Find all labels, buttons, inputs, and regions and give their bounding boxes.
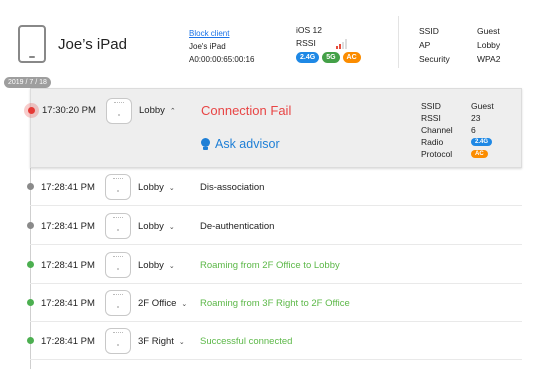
band-tag-5g: 5G <box>322 52 340 63</box>
ap-name: Lobby <box>138 260 164 271</box>
tablet-icon <box>18 25 46 63</box>
event-time: 17:28:41 PM <box>41 298 95 309</box>
client-mac: A0:00:00:65:00:16 <box>189 55 255 64</box>
detail-ssid: Guest <box>471 101 494 111</box>
event-time: 17:30:20 PM <box>42 105 96 116</box>
chevron-down-icon: ⌄ <box>168 184 175 192</box>
event-description: Dis-association <box>200 182 265 193</box>
client-info: Block client Joe's iPad A0:00:00:65:00:1… <box>189 27 254 66</box>
ap-name: 2F Office <box>138 298 177 309</box>
band-tags: 2.4G 5G AC <box>296 52 361 63</box>
detail-channel-label: Channel <box>421 125 453 135</box>
event-description: Roaming from 2F Office to Lobby <box>200 260 340 271</box>
detail-channel: 6 <box>471 125 476 135</box>
ask-advisor-label: Ask advisor <box>215 137 280 151</box>
lightbulb-icon <box>201 137 210 151</box>
event-description: De-authentication <box>200 221 275 232</box>
os-info: iOS 12 RSSI 2.4G 5G AC <box>296 24 361 63</box>
date-badge: 2019 / 7 / 18 <box>4 77 51 88</box>
block-client-link[interactable]: Block client <box>189 27 254 40</box>
event-time: 17:28:41 PM <box>41 336 95 347</box>
timeline-event[interactable]: 17:28:41 PM Lobby ⌄ Roaming from 2F Offi… <box>27 246 522 284</box>
ap-name: 3F Right <box>138 336 174 347</box>
timeline-event[interactable]: 17:28:41 PM Lobby ⌄ Dis-association <box>27 168 522 206</box>
network-ssid-value: Guest <box>477 26 500 36</box>
detail-protocol-tag: AC <box>471 150 488 158</box>
ap-name: Lobby <box>139 105 165 116</box>
success-status-dot <box>27 299 34 306</box>
timeline-event[interactable]: 17:28:41 PM 3F Right ⌄ Successful connec… <box>27 322 522 360</box>
network-ssid-label: SSID <box>419 26 439 36</box>
chevron-up-icon: ⌃ <box>169 107 176 115</box>
detail-protocol-label: Protocol <box>421 149 453 159</box>
chevron-down-icon: ⌄ <box>181 300 188 308</box>
timeline-event[interactable]: 17:28:41 PM Lobby ⌄ De-authentication <box>27 207 522 245</box>
ap-name: Lobby <box>138 221 164 232</box>
network-security-value: WPA2 <box>477 54 501 64</box>
event-description: Successful connected <box>200 336 293 347</box>
success-status-dot <box>27 337 34 344</box>
access-point-icon <box>105 252 131 278</box>
timeline-event[interactable]: 17:28:41 PM 2F Office ⌄ Roaming from 3F … <box>27 284 522 322</box>
detail-rssi: 23 <box>471 113 481 123</box>
os-version: iOS 12 <box>296 25 322 35</box>
ask-advisor-button[interactable]: Ask advisor <box>201 137 280 151</box>
chevron-down-icon: ⌄ <box>168 223 175 231</box>
event-time: 17:28:41 PM <box>41 221 95 232</box>
event-description: Roaming from 3F Right to 2F Office <box>200 298 350 309</box>
success-status-dot <box>27 261 34 268</box>
network-security-label: Security <box>419 54 450 64</box>
detail-radio-label: Radio <box>421 137 444 147</box>
band-tag-2-4g: 2.4G <box>296 52 320 63</box>
event-time: 17:28:41 PM <box>41 260 95 271</box>
signal-strength-icon <box>335 38 347 49</box>
device-name: Joe’s iPad <box>58 36 127 53</box>
access-point-icon <box>105 174 131 200</box>
band-tag-ac: AC <box>342 52 361 63</box>
chevron-down-icon: ⌄ <box>178 338 185 346</box>
rssi-label: RSSI <box>296 38 316 48</box>
ap-toggle[interactable]: 2F Office ⌄ <box>138 298 187 309</box>
ap-toggle[interactable]: 3F Right ⌄ <box>138 336 185 347</box>
detail-ssid-label: SSID <box>421 101 441 111</box>
network-ap-value: Lobby <box>477 40 501 50</box>
access-point-icon <box>106 98 132 124</box>
access-point-icon <box>105 290 131 316</box>
access-point-icon <box>105 328 131 354</box>
ap-toggle[interactable]: Lobby ⌄ <box>138 182 175 193</box>
detail-rssi-label: RSSI <box>421 113 441 123</box>
event-details: SSID Guest RSSI 23 Channel 6 Radio 2.4G Prot… <box>421 100 494 160</box>
network-info: SSID Guest AP Lobby Security WPA2 <box>419 24 500 66</box>
neutral-status-dot <box>27 183 34 190</box>
ap-name: Lobby <box>138 182 164 193</box>
neutral-status-dot <box>27 222 34 229</box>
ap-toggle[interactable]: Lobby ⌄ <box>138 260 175 271</box>
chevron-down-icon: ⌄ <box>168 262 175 270</box>
client-header: Joe’s iPad Block client Joe's iPad A0:00… <box>0 0 546 78</box>
detail-radio-tag: 2.4G <box>471 138 493 146</box>
access-point-icon <box>105 213 131 239</box>
network-ap-label: AP <box>419 40 431 50</box>
ap-toggle[interactable]: Lobby ⌃ <box>139 105 176 116</box>
header-divider <box>398 16 399 68</box>
fail-status-dot <box>24 103 39 118</box>
event-description: Connection Fail <box>201 103 292 118</box>
ap-toggle[interactable]: Lobby ⌄ <box>138 221 175 232</box>
event-time: 17:28:41 PM <box>41 182 95 193</box>
timeline-event-expanded[interactable]: 17:30:20 PM Lobby ⌃ Connection Fail Ask … <box>24 88 522 168</box>
client-hostname: Joe's iPad <box>189 42 226 51</box>
